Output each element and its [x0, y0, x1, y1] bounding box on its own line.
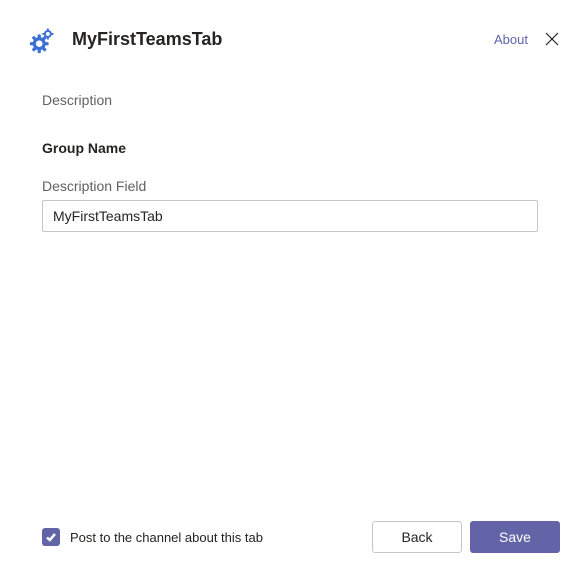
close-button[interactable]	[544, 31, 560, 47]
checkmark-icon	[45, 531, 57, 543]
app-icon	[28, 24, 58, 54]
save-button[interactable]: Save	[470, 521, 560, 553]
description-text: Description	[42, 92, 538, 108]
post-channel-checkbox[interactable]: Post to the channel about this tab	[42, 528, 364, 546]
description-field-label: Description Field	[42, 178, 538, 194]
about-link[interactable]: About	[494, 32, 528, 47]
checkbox-label: Post to the channel about this tab	[70, 530, 263, 545]
dialog-header: MyFirstTeamsTab About	[0, 0, 580, 62]
description-field-input[interactable]	[42, 200, 538, 232]
group-name-heading: Group Name	[42, 140, 538, 156]
checkbox-box	[42, 528, 60, 546]
dialog-body: Description Group Name Description Field	[0, 62, 580, 232]
close-icon	[544, 31, 560, 47]
dialog-title: MyFirstTeamsTab	[72, 29, 494, 50]
back-button[interactable]: Back	[372, 521, 462, 553]
dialog-footer: Post to the channel about this tab Back …	[0, 503, 580, 575]
